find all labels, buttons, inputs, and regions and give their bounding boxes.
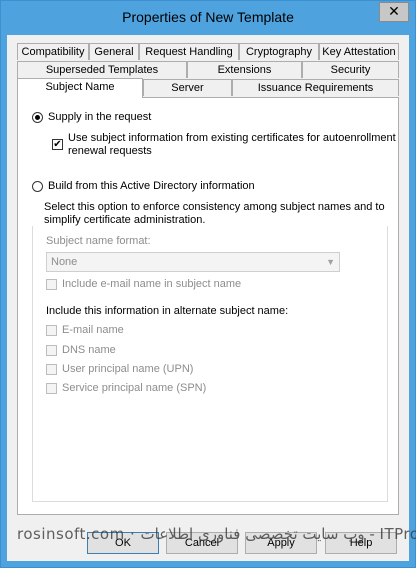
use-existing-info-label-line2[interactable]: renewal requests	[68, 145, 152, 157]
subject-name-format-value: None	[51, 256, 78, 268]
alt-spn-label: Service principal name (SPN)	[62, 382, 207, 394]
alt-dns-label: DNS name	[62, 344, 116, 356]
tab-server[interactable]: Server	[143, 79, 232, 96]
cancel-button[interactable]: Cancel	[166, 532, 238, 554]
chevron-down-icon: ▼	[326, 257, 335, 267]
tab-security[interactable]: Security	[302, 61, 399, 78]
alt-upn-label: User principal name (UPN)	[62, 363, 194, 375]
close-button[interactable]: ✕	[379, 2, 409, 22]
window-title: Properties of New Template	[122, 9, 294, 25]
close-icon: ✕	[388, 3, 400, 19]
tab-subject-name[interactable]: Subject Name	[17, 78, 143, 98]
supply-in-request-label[interactable]: Supply in the request	[48, 111, 151, 123]
properties-dialog: Properties of New Template ✕ Compatibili…	[0, 0, 416, 568]
include-email-checkbox[interactable]	[46, 279, 57, 290]
alt-upn-checkbox[interactable]	[46, 364, 57, 375]
use-existing-info-checkbox[interactable]: ✔	[52, 139, 63, 150]
subject-name-format-select[interactable]: None ▼	[46, 252, 340, 272]
apply-button[interactable]: Apply	[245, 532, 317, 554]
build-from-ad-radio[interactable]	[32, 181, 43, 192]
tab-superseded-templates[interactable]: Superseded Templates	[17, 61, 187, 78]
tab-issuance-requirements[interactable]: Issuance Requirements	[232, 79, 399, 96]
use-existing-info-label-line1[interactable]: Use subject information from existing ce…	[68, 132, 396, 144]
tab-extensions[interactable]: Extensions	[187, 61, 302, 78]
dialog-client-area: Compatibility General Request Handling C…	[7, 35, 416, 561]
alt-email-checkbox[interactable]	[46, 325, 57, 336]
tab-cryptography[interactable]: Cryptography	[239, 43, 319, 60]
ad-description-line1: Select this option to enforce consistenc…	[44, 201, 385, 213]
alt-email-label: E-mail name	[62, 324, 124, 336]
ok-button[interactable]: OK	[87, 532, 159, 554]
tab-key-attestation[interactable]: Key Attestation	[319, 43, 399, 60]
tab-general[interactable]: General	[89, 43, 139, 60]
alt-dns-checkbox[interactable]	[46, 345, 57, 356]
build-from-ad-label[interactable]: Build from this Active Directory informa…	[48, 180, 255, 192]
tab-request-handling[interactable]: Request Handling	[139, 43, 239, 60]
subject-name-panel: Supply in the request ✔ Use subject info…	[17, 97, 399, 515]
alt-spn-checkbox[interactable]	[46, 383, 57, 394]
include-email-label: Include e-mail name in subject name	[62, 278, 242, 290]
subject-name-format-label: Subject name format:	[46, 235, 151, 247]
tab-compatibility[interactable]: Compatibility	[17, 43, 89, 60]
ad-description-line2: simplify certificate administration.	[44, 214, 206, 226]
help-button[interactable]: Help	[325, 532, 397, 554]
supply-in-request-radio[interactable]	[32, 112, 43, 123]
alt-subject-name-label: Include this information in alternate su…	[46, 305, 289, 317]
title-bar[interactable]: Properties of New Template ✕	[1, 1, 415, 35]
